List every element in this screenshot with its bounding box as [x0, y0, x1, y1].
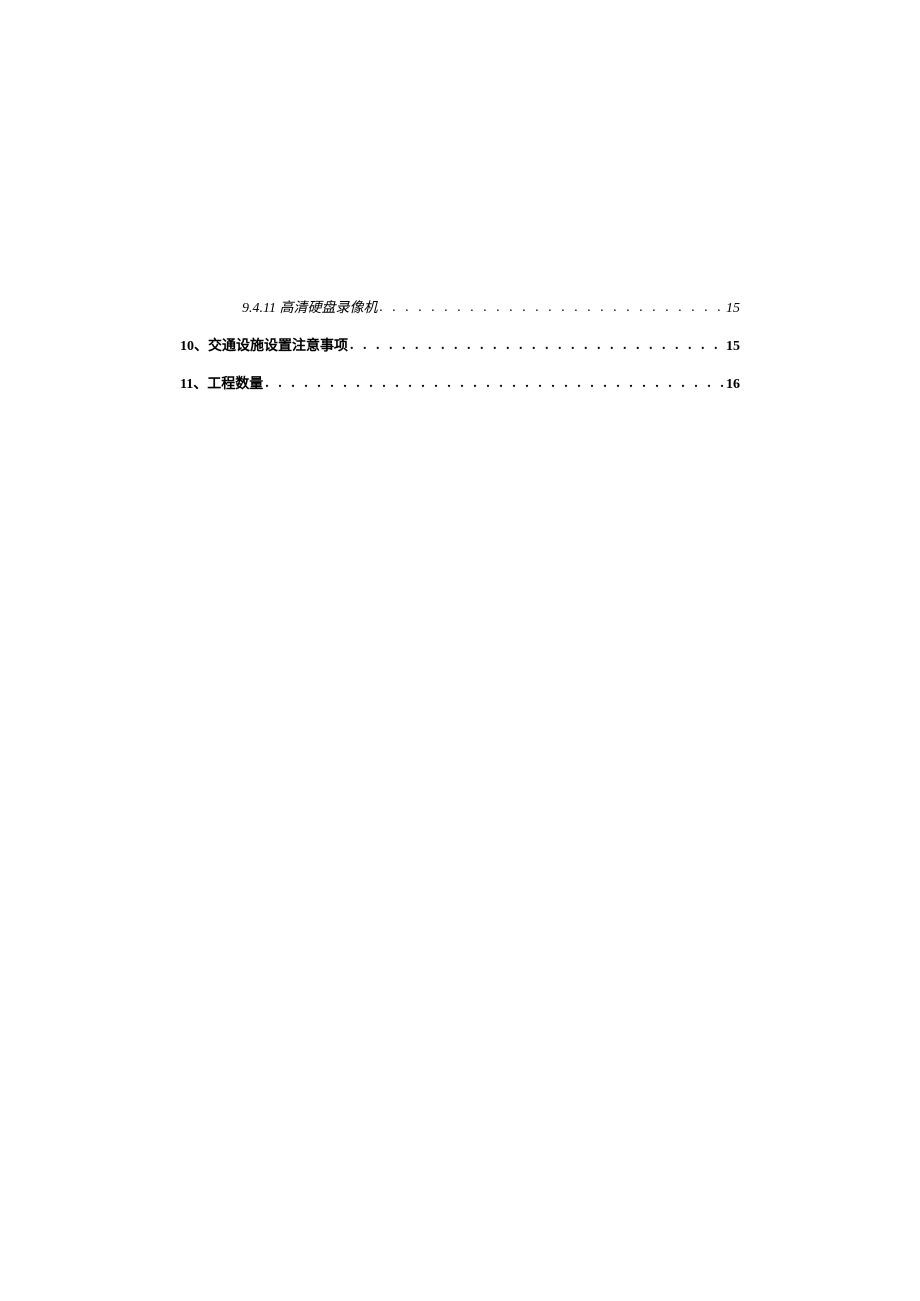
- toc-entry-main: 10、交通设施设置注意事项 15: [180, 335, 740, 355]
- toc-entry-number: 11: [180, 377, 193, 392]
- toc-entry-page: 16: [726, 377, 740, 393]
- toc-entry-separator: 、: [193, 377, 207, 392]
- toc-dots: [348, 338, 726, 354]
- toc-entry-label: 10、交通设施设置注意事项: [180, 335, 348, 355]
- toc-entry-page: 15: [726, 301, 740, 317]
- toc-entry-number: 10: [180, 339, 194, 354]
- toc-dots: [377, 300, 726, 316]
- toc-entry-sub: 9.4.11 高清硬盘录像机 15: [180, 297, 740, 317]
- toc-content: 9.4.11 高清硬盘录像机 15 10、交通设施设置注意事项 15 11、工程…: [180, 297, 740, 411]
- toc-entry-main: 11、工程数量 16: [180, 373, 740, 393]
- toc-entry-label: 9.4.11 高清硬盘录像机: [242, 297, 377, 317]
- toc-entry-number: 9.4.11: [242, 301, 276, 316]
- toc-entry-title: 工程数量: [207, 377, 263, 392]
- toc-entry-title: 高清硬盘录像机: [279, 301, 377, 316]
- toc-dots: [263, 376, 726, 392]
- toc-entry-label: 11、工程数量: [180, 373, 263, 393]
- toc-entry-page: 15: [726, 339, 740, 355]
- toc-entry-title: 交通设施设置注意事项: [208, 339, 348, 354]
- toc-entry-separator: 、: [194, 339, 208, 354]
